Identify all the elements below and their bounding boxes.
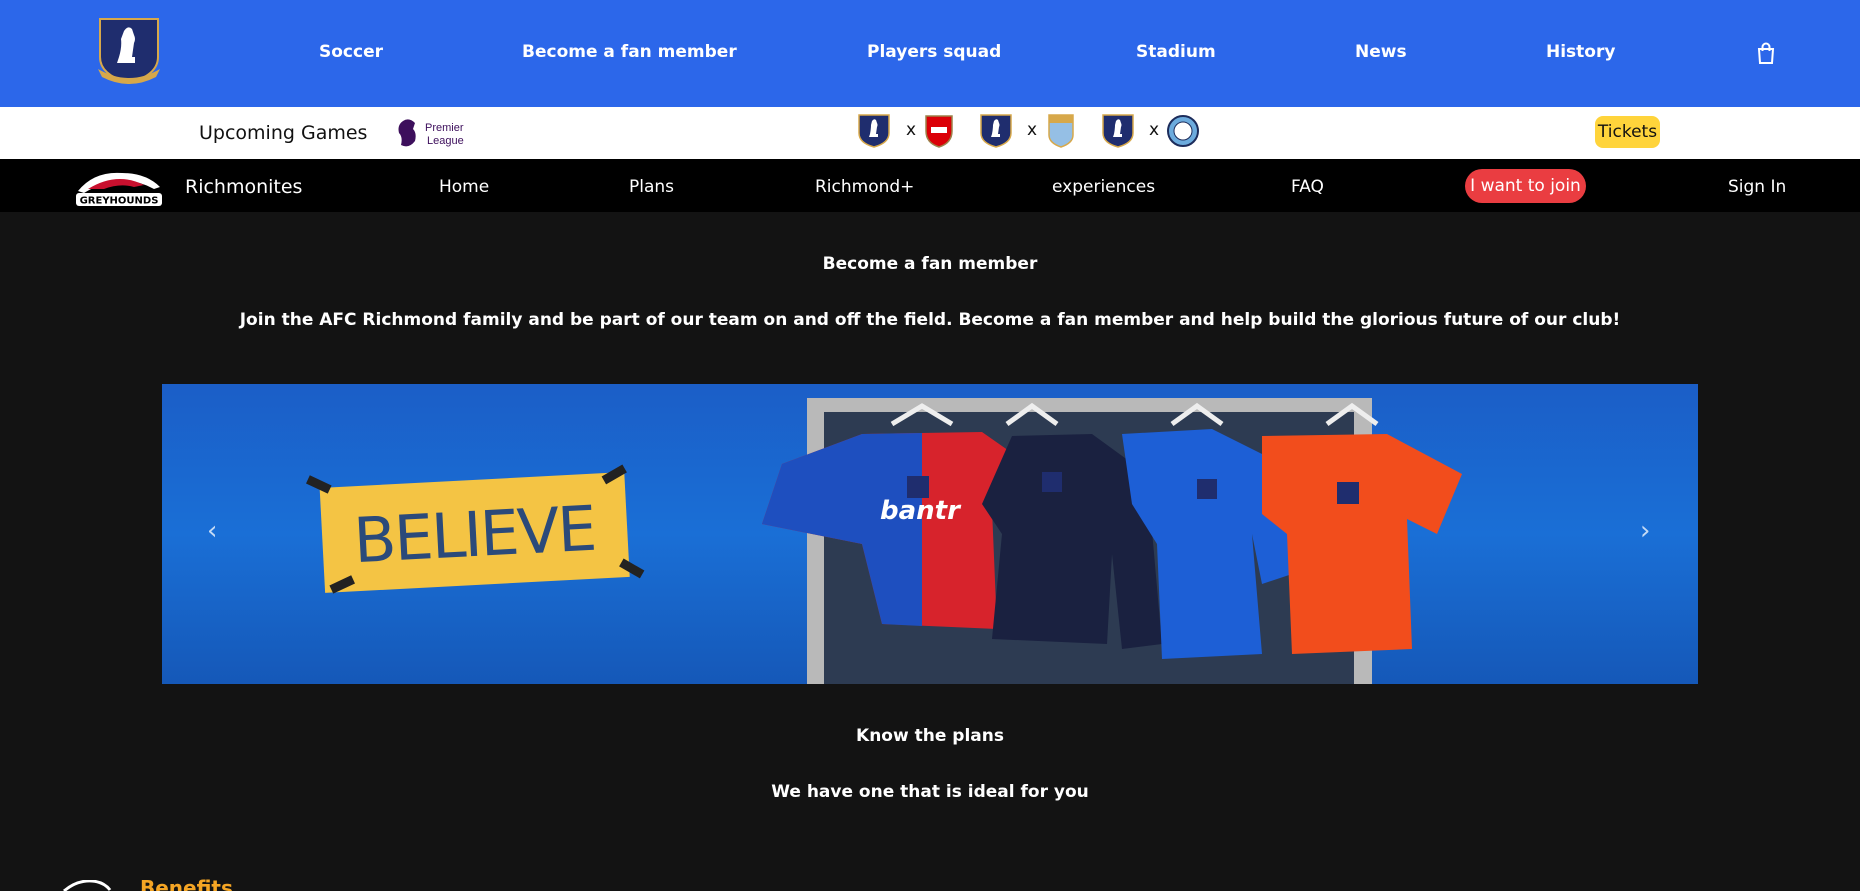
plans-title: Know the plans: [856, 726, 1004, 746]
afc-richmond-crest-icon[interactable]: [857, 113, 891, 149]
man-city-crest-icon[interactable]: [1166, 113, 1200, 149]
vs-separator: x: [1149, 120, 1160, 140]
vs-separator: x: [1027, 120, 1038, 140]
arsenal-crest-icon[interactable]: [922, 113, 956, 149]
benefits-icon: [63, 880, 112, 891]
chevron-left-icon[interactable]: ‹: [207, 518, 217, 544]
subnav-faq[interactable]: FAQ: [1291, 177, 1324, 197]
premier-league-word-1: Premier: [425, 122, 464, 134]
plans-subtitle: We have one that is ideal for you: [771, 782, 1089, 802]
brand-name[interactable]: Richmonites: [185, 176, 302, 198]
greyhounds-wordmark: GREYHOUNDS: [80, 196, 159, 207]
tickets-button[interactable]: Tickets: [1595, 116, 1660, 148]
chevron-right-icon[interactable]: ›: [1640, 518, 1650, 544]
believe-sign-text: BELIEVE: [352, 492, 597, 578]
join-button[interactable]: I want to join: [1465, 169, 1586, 203]
nav-stadium[interactable]: Stadium: [1136, 42, 1216, 62]
benefits-heading: Benefits: [140, 876, 233, 891]
nav-become-fan-member[interactable]: Become a fan member: [522, 42, 737, 62]
carousel-image: BELIEVE bantr: [306, 398, 1462, 684]
page-title: Become a fan member: [822, 254, 1038, 274]
upcoming-games-label: Upcoming Games: [199, 122, 368, 144]
premier-league-logo-icon: Premier League: [398, 119, 464, 147]
page-subtitle: Join the AFC Richmond family and be part…: [239, 310, 1621, 330]
nav-soccer[interactable]: Soccer: [319, 42, 383, 62]
aston-villa-crest-icon[interactable]: [1044, 113, 1078, 149]
subnav-experiences[interactable]: experiences: [1052, 177, 1155, 197]
hero-carousel[interactable]: BELIEVE bantr ‹ ›: [162, 384, 1698, 684]
nav-news[interactable]: News: [1355, 42, 1407, 62]
nav-players-squad[interactable]: Players squad: [867, 42, 1001, 62]
sign-in-link[interactable]: Sign In: [1728, 177, 1786, 197]
vs-separator: x: [906, 120, 917, 140]
shopping-bag-icon[interactable]: [1755, 42, 1777, 64]
top-navigation: Soccer Become a fan member Players squad…: [0, 0, 1860, 107]
subnav-plans[interactable]: Plans: [629, 177, 674, 197]
subnav-home[interactable]: Home: [439, 177, 489, 197]
subnav-richmond-plus[interactable]: Richmond+: [815, 177, 914, 197]
premier-league-word-2: League: [427, 135, 464, 147]
nav-history[interactable]: History: [1546, 42, 1615, 62]
greyhounds-logo-icon[interactable]: GREYHOUNDS: [74, 165, 164, 207]
afc-richmond-crest-icon[interactable]: [1101, 113, 1135, 149]
shirt-sponsor-text: bantr: [880, 496, 962, 526]
afc-richmond-crest-icon[interactable]: [979, 113, 1013, 149]
afc-richmond-crest-icon[interactable]: [96, 17, 162, 85]
